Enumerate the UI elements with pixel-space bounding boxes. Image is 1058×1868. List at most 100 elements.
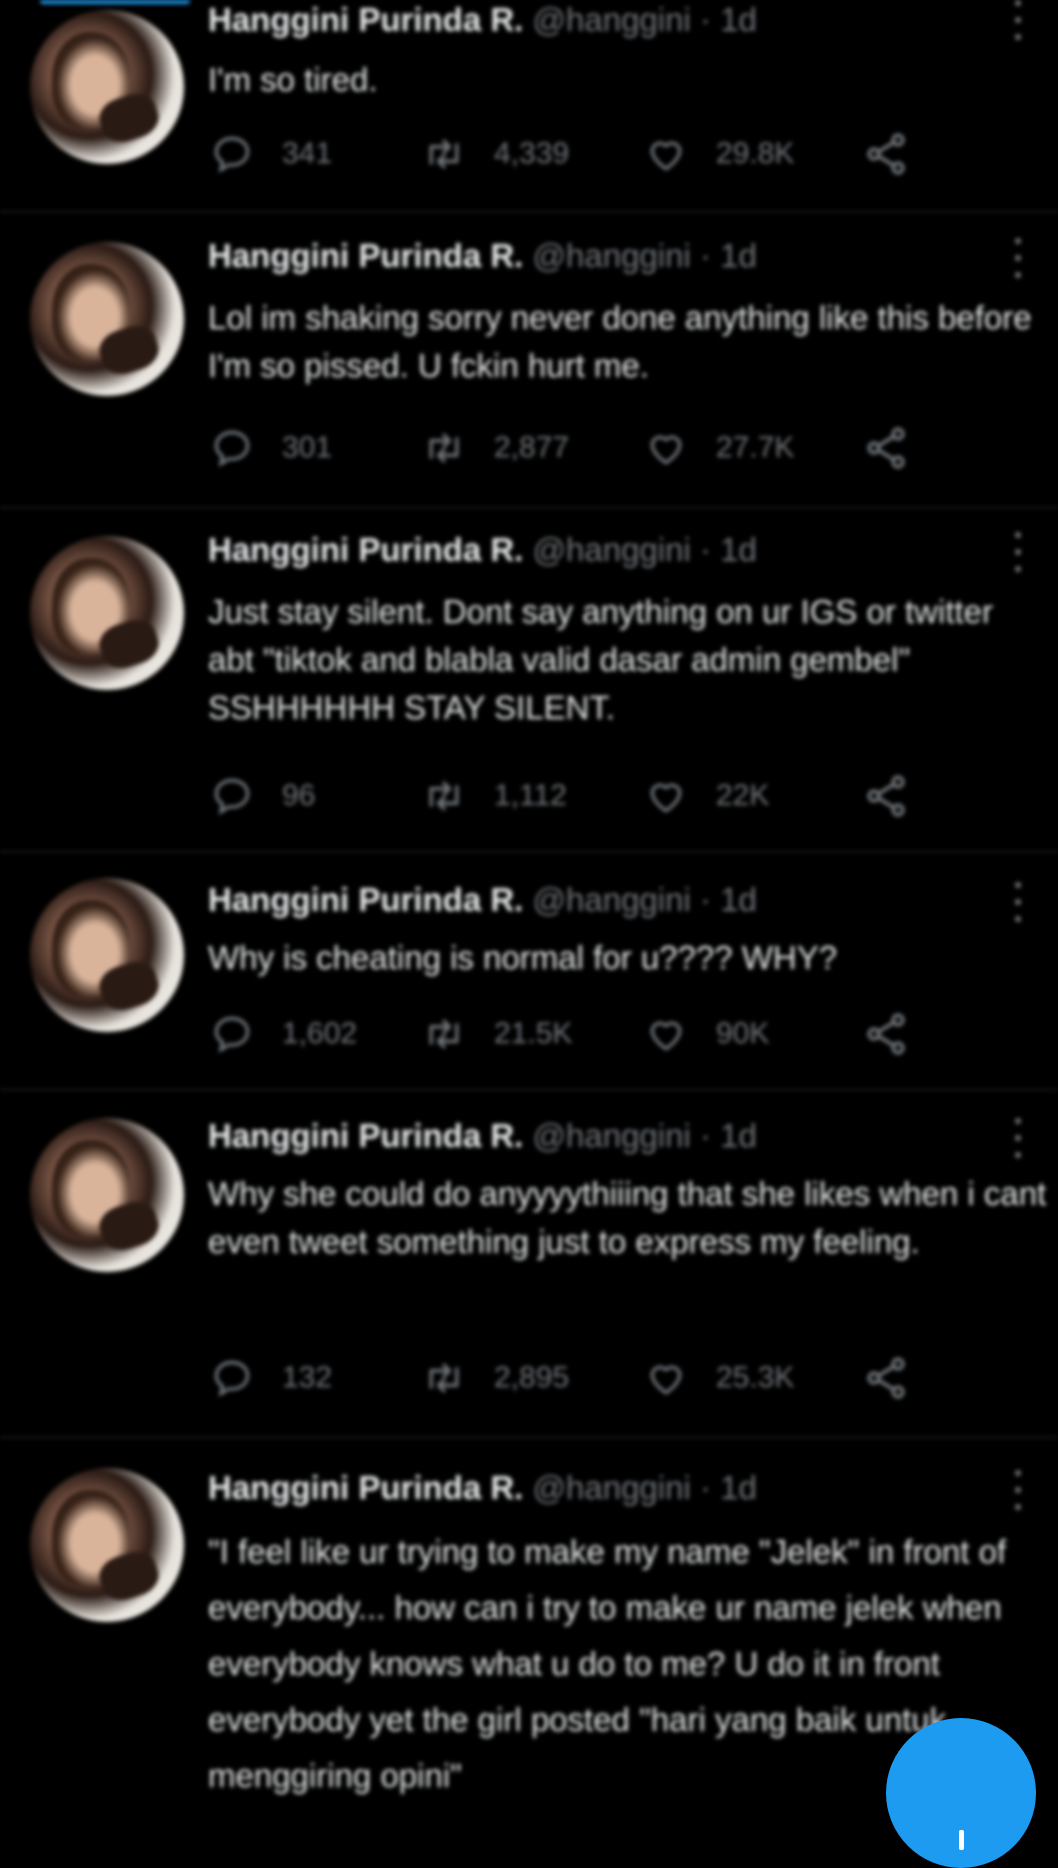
- tweet-actions: 96 1,112 22K: [210, 772, 930, 820]
- tweet-text: Why she could do anyyyythiiing that she …: [208, 1175, 1047, 1260]
- like-count: 25.3K: [716, 1361, 795, 1394]
- reply-button[interactable]: 96: [210, 772, 315, 820]
- tweet-header: Hanggini Purinda R. @hanggini · 1d: [208, 530, 757, 570]
- tweet-text: Why is cheating is normal for u???? WHY?: [208, 939, 838, 976]
- tweet-card[interactable]: Hanggini Purinda R. @hanggini · 1d Lol i…: [0, 212, 1058, 508]
- like-button[interactable]: 25.3K: [644, 1354, 794, 1402]
- like-count: 22K: [716, 779, 770, 812]
- author-name[interactable]: Hanggini Purinda R.: [208, 237, 523, 274]
- compose-tweet-button[interactable]: [886, 1718, 1036, 1868]
- reply-icon: [214, 778, 250, 815]
- avatar[interactable]: [30, 1468, 184, 1622]
- reply-count: 1,602: [282, 1017, 358, 1050]
- separator: ·: [699, 1469, 711, 1506]
- tweet-card[interactable]: Hanggini Purinda R. @hanggini · 1d I'm s…: [0, 0, 1058, 212]
- more-options-icon[interactable]: [1014, 532, 1022, 572]
- retweet-button[interactable]: 2,895: [422, 1354, 569, 1402]
- share-button[interactable]: [862, 1354, 910, 1402]
- like-button[interactable]: 90K: [644, 1010, 769, 1058]
- retweet-button[interactable]: 4,339: [422, 130, 569, 178]
- separator: ·: [699, 237, 711, 274]
- timestamp[interactable]: 1d: [720, 1469, 757, 1506]
- more-options-icon[interactable]: [1014, 238, 1022, 278]
- timestamp[interactable]: 1d: [720, 881, 757, 918]
- retweet-button[interactable]: 21.5K: [422, 1010, 572, 1058]
- reply-count: 96: [282, 779, 316, 812]
- tweet-text: Just stay silent. Dont say anything on u…: [208, 593, 994, 726]
- avatar[interactable]: [30, 242, 184, 396]
- author-handle[interactable]: @hanggini: [533, 1, 691, 38]
- timestamp[interactable]: 1d: [720, 237, 757, 274]
- reply-button[interactable]: 1,602: [210, 1010, 357, 1058]
- retweet-icon: [429, 139, 459, 169]
- reply-button[interactable]: 132: [210, 1354, 332, 1402]
- author-handle[interactable]: @hanggini: [533, 1469, 691, 1506]
- share-icon: [867, 427, 905, 469]
- timestamp[interactable]: 1d: [720, 531, 757, 568]
- heart-icon: [650, 1021, 682, 1051]
- tweet-text: Lol im shaking sorry never done anything…: [208, 299, 1032, 384]
- reply-button[interactable]: 301: [210, 424, 332, 472]
- retweet-icon: [429, 433, 459, 463]
- author-handle[interactable]: @hanggini: [533, 237, 691, 274]
- author-name[interactable]: Hanggini Purinda R.: [208, 531, 523, 568]
- retweet-icon: [429, 781, 459, 811]
- heart-icon: [650, 1365, 682, 1395]
- retweet-icon: [429, 1019, 459, 1049]
- retweet-button[interactable]: 1,112: [422, 772, 567, 820]
- retweet-count: 1,112: [494, 779, 567, 812]
- timestamp[interactable]: 1d: [720, 1117, 757, 1154]
- timestamp[interactable]: 1d: [720, 1, 757, 38]
- tweet-card[interactable]: Hanggini Purinda R. @hanggini · 1d Just …: [0, 508, 1058, 852]
- tweet-header: Hanggini Purinda R. @hanggini · 1d: [208, 236, 757, 276]
- share-icon: [867, 1357, 905, 1399]
- share-button[interactable]: [862, 772, 910, 820]
- reply-icon: [214, 430, 250, 467]
- retweet-icon: [429, 1363, 459, 1393]
- separator: ·: [699, 1117, 711, 1154]
- like-button[interactable]: 29.8K: [644, 130, 794, 178]
- reply-icon: [214, 136, 250, 173]
- retweet-count: 21.5K: [494, 1017, 573, 1050]
- avatar[interactable]: [30, 10, 184, 164]
- avatar[interactable]: [30, 1118, 184, 1272]
- share-button[interactable]: [862, 424, 910, 472]
- author-handle[interactable]: @hanggini: [533, 1117, 691, 1154]
- author-name[interactable]: Hanggini Purinda R.: [208, 1, 523, 38]
- compose-icon: [959, 1830, 964, 1850]
- author-handle[interactable]: @hanggini: [533, 881, 691, 918]
- heart-icon: [650, 141, 682, 171]
- heart-icon: [650, 783, 682, 813]
- reply-count: 301: [282, 431, 333, 464]
- author-name[interactable]: Hanggini Purinda R.: [208, 1117, 523, 1154]
- more-options-icon[interactable]: [1014, 1470, 1022, 1510]
- tweet-header: Hanggini Purinda R. @hanggini · 1d: [208, 880, 757, 920]
- like-button[interactable]: 27.7K: [644, 424, 794, 472]
- heart-icon: [650, 435, 682, 465]
- separator: ·: [699, 531, 711, 568]
- tweet-header: Hanggini Purinda R. @hanggini · 1d: [208, 0, 757, 40]
- share-button[interactable]: [862, 1010, 910, 1058]
- author-name[interactable]: Hanggini Purinda R.: [208, 881, 523, 918]
- author-name[interactable]: Hanggini Purinda R.: [208, 1469, 523, 1506]
- reply-count: 341: [282, 137, 333, 170]
- separator: ·: [699, 881, 711, 918]
- separator: ·: [699, 1, 711, 38]
- avatar[interactable]: [30, 536, 184, 690]
- more-options-icon[interactable]: [1014, 1118, 1022, 1158]
- tweet-card[interactable]: Hanggini Purinda R. @hanggini · 1d Why i…: [0, 852, 1058, 1090]
- tweet-text: I'm so tired.: [208, 61, 378, 98]
- more-options-icon[interactable]: [1014, 0, 1022, 40]
- avatar[interactable]: [30, 878, 184, 1032]
- retweet-count: 4,339: [494, 137, 570, 170]
- tweet-card[interactable]: Hanggini Purinda R. @hanggini · 1d Why s…: [0, 1090, 1058, 1438]
- retweet-button[interactable]: 2,877: [422, 424, 569, 472]
- author-handle[interactable]: @hanggini: [533, 531, 691, 568]
- share-icon: [867, 775, 905, 817]
- retweet-count: 2,895: [494, 1361, 570, 1394]
- more-options-icon[interactable]: [1014, 882, 1022, 922]
- reply-button[interactable]: 341: [210, 130, 332, 178]
- share-button[interactable]: [862, 130, 910, 178]
- like-button[interactable]: 22K: [644, 772, 769, 820]
- reply-icon: [214, 1360, 250, 1397]
